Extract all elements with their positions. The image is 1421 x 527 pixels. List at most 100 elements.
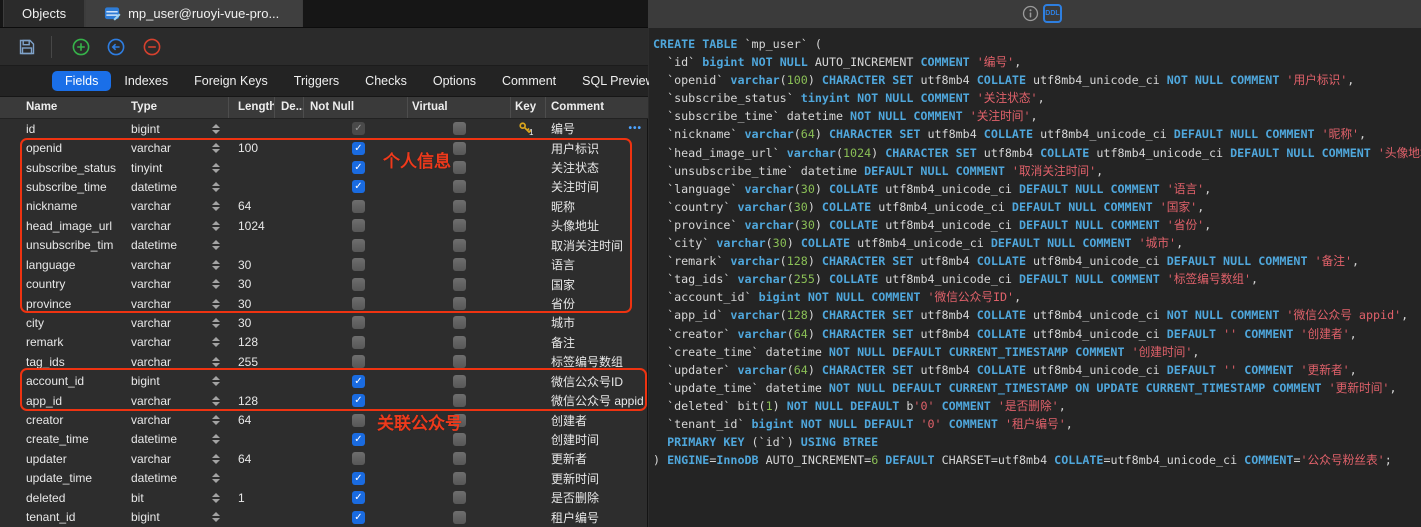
more-options-button[interactable]: ••• bbox=[628, 123, 642, 134]
type-stepper[interactable] bbox=[212, 357, 220, 367]
type-stepper[interactable] bbox=[212, 240, 220, 250]
virtual-checkbox[interactable] bbox=[453, 180, 466, 193]
type-stepper[interactable] bbox=[212, 182, 220, 192]
virtual-checkbox[interactable] bbox=[453, 200, 466, 213]
not-null-checkbox[interactable] bbox=[352, 142, 365, 155]
type-stepper[interactable] bbox=[212, 454, 220, 464]
type-stepper[interactable] bbox=[212, 299, 220, 309]
type-stepper[interactable] bbox=[212, 279, 220, 289]
not-null-checkbox[interactable] bbox=[352, 452, 365, 465]
type-stepper[interactable] bbox=[212, 493, 220, 503]
insert-field-button[interactable] bbox=[107, 38, 125, 56]
not-null-checkbox[interactable] bbox=[352, 297, 365, 310]
tab-options[interactable]: Options bbox=[420, 71, 489, 91]
field-row-deleted[interactable]: deletedbit1是否删除 bbox=[0, 488, 647, 507]
not-null-checkbox[interactable] bbox=[352, 278, 365, 291]
column-header-virtual[interactable]: Virtual bbox=[407, 97, 510, 118]
virtual-checkbox[interactable] bbox=[453, 316, 466, 329]
ddl-icon[interactable]: DDL bbox=[1043, 4, 1062, 23]
not-null-checkbox[interactable] bbox=[352, 491, 365, 504]
field-row-country[interactable]: countryvarchar30国家 bbox=[0, 274, 647, 293]
virtual-checkbox[interactable] bbox=[453, 239, 466, 252]
virtual-checkbox[interactable] bbox=[453, 122, 466, 135]
not-null-checkbox[interactable] bbox=[352, 180, 365, 193]
type-stepper[interactable] bbox=[212, 415, 220, 425]
field-row-unsubscribe_tim[interactable]: unsubscribe_timdatetime取消关注时间 bbox=[0, 236, 647, 255]
type-stepper[interactable] bbox=[212, 512, 220, 522]
type-stepper[interactable] bbox=[212, 124, 220, 134]
type-stepper[interactable] bbox=[212, 396, 220, 406]
type-stepper[interactable] bbox=[212, 434, 220, 444]
not-null-checkbox[interactable] bbox=[352, 414, 365, 427]
not-null-checkbox[interactable] bbox=[352, 355, 365, 368]
column-header-key[interactable]: Key bbox=[510, 97, 545, 118]
virtual-checkbox[interactable] bbox=[453, 258, 466, 271]
type-stepper[interactable] bbox=[212, 143, 220, 153]
field-row-nickname[interactable]: nicknamevarchar64昵称 bbox=[0, 197, 647, 216]
type-stepper[interactable] bbox=[212, 201, 220, 211]
virtual-checkbox[interactable] bbox=[453, 142, 466, 155]
type-stepper[interactable] bbox=[212, 337, 220, 347]
column-header-type[interactable]: Type bbox=[127, 97, 228, 118]
column-header-comment[interactable]: Comment bbox=[545, 97, 648, 118]
not-null-checkbox[interactable] bbox=[352, 316, 365, 329]
field-row-tenant_id[interactable]: tenant_idbigint租户编号 bbox=[0, 507, 647, 526]
not-null-checkbox[interactable] bbox=[352, 433, 365, 446]
not-null-checkbox[interactable] bbox=[352, 219, 365, 232]
virtual-checkbox[interactable] bbox=[453, 297, 466, 310]
tab-comment[interactable]: Comment bbox=[489, 71, 569, 91]
not-null-checkbox[interactable] bbox=[352, 375, 365, 388]
delete-field-button[interactable] bbox=[143, 38, 161, 56]
not-null-checkbox[interactable] bbox=[352, 394, 365, 407]
not-null-checkbox[interactable] bbox=[352, 161, 365, 174]
column-header-de[interactable]: De... bbox=[274, 97, 303, 118]
virtual-checkbox[interactable] bbox=[453, 472, 466, 485]
field-row-updater[interactable]: updatervarchar64更新者 bbox=[0, 449, 647, 468]
tab-mp-user[interactable]: mp_user@ruoyi-vue-pro... bbox=[85, 0, 303, 27]
field-row-creator[interactable]: creatorvarchar64创建者 bbox=[0, 410, 647, 429]
sql-preview-panel[interactable]: CREATE TABLE `mp_user` ( `id` bigint NOT… bbox=[649, 28, 1421, 527]
type-stepper[interactable] bbox=[212, 260, 220, 270]
column-header-length[interactable]: Length bbox=[228, 97, 274, 118]
field-row-province[interactable]: provincevarchar30省份 bbox=[0, 294, 647, 313]
field-row-update_time[interactable]: update_timedatetime更新时间 bbox=[0, 469, 647, 488]
not-null-checkbox[interactable] bbox=[352, 258, 365, 271]
field-row-create_time[interactable]: create_timedatetime创建时间 bbox=[0, 430, 647, 449]
not-null-checkbox[interactable] bbox=[352, 239, 365, 252]
type-stepper[interactable] bbox=[212, 376, 220, 386]
column-header-name[interactable]: Name bbox=[18, 97, 127, 118]
field-row-subscribe_status[interactable]: subscribe_statustinyint关注状态 bbox=[0, 158, 647, 177]
virtual-checkbox[interactable] bbox=[453, 278, 466, 291]
add-field-button[interactable] bbox=[72, 38, 90, 56]
field-row-id[interactable]: idbigint1编号••• bbox=[0, 119, 647, 138]
tab-checks[interactable]: Checks bbox=[352, 71, 420, 91]
type-stepper[interactable] bbox=[212, 318, 220, 328]
field-row-subscribe_time[interactable]: subscribe_timedatetime关注时间 bbox=[0, 177, 647, 196]
field-row-openid[interactable]: openidvarchar100用户标识 bbox=[0, 138, 647, 157]
tab-triggers[interactable]: Triggers bbox=[281, 71, 352, 91]
virtual-checkbox[interactable] bbox=[453, 355, 466, 368]
type-stepper[interactable] bbox=[212, 221, 220, 231]
virtual-checkbox[interactable] bbox=[453, 452, 466, 465]
tab-objects[interactable]: Objects bbox=[3, 0, 85, 27]
field-row-tag_ids[interactable]: tag_idsvarchar255标签编号数组 bbox=[0, 352, 647, 371]
virtual-checkbox[interactable] bbox=[453, 394, 466, 407]
not-null-checkbox[interactable] bbox=[352, 511, 365, 524]
virtual-checkbox[interactable] bbox=[453, 375, 466, 388]
type-stepper[interactable] bbox=[212, 473, 220, 483]
field-row-city[interactable]: cityvarchar30城市 bbox=[0, 313, 647, 332]
virtual-checkbox[interactable] bbox=[453, 511, 466, 524]
not-null-checkbox[interactable] bbox=[352, 200, 365, 213]
not-null-checkbox[interactable] bbox=[352, 472, 365, 485]
virtual-checkbox[interactable] bbox=[453, 491, 466, 504]
not-null-checkbox[interactable] bbox=[352, 336, 365, 349]
virtual-checkbox[interactable] bbox=[453, 161, 466, 174]
type-stepper[interactable] bbox=[212, 163, 220, 173]
virtual-checkbox[interactable] bbox=[453, 433, 466, 446]
column-header-notnull[interactable]: Not Null bbox=[303, 97, 407, 118]
field-row-remark[interactable]: remarkvarchar128备注 bbox=[0, 333, 647, 352]
info-icon[interactable] bbox=[1022, 5, 1039, 22]
field-row-account_id[interactable]: account_idbigint微信公众号ID bbox=[0, 371, 647, 390]
field-row-head_image_url[interactable]: head_image_urlvarchar1024头像地址 bbox=[0, 216, 647, 235]
field-row-language[interactable]: languagevarchar30语言 bbox=[0, 255, 647, 274]
